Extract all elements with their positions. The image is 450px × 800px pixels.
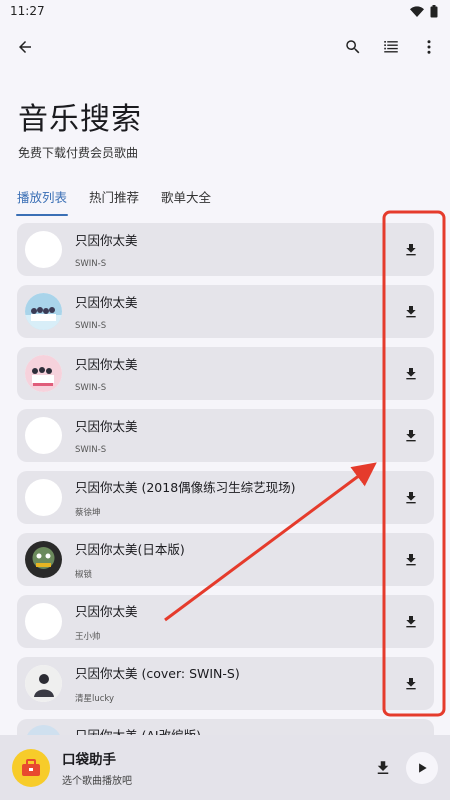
cover-art-image	[25, 665, 62, 702]
song-artist: 王小帅	[75, 632, 101, 642]
download-icon	[406, 367, 416, 379]
download-button[interactable]	[400, 487, 422, 509]
song-row[interactable]: 只因你太美 SWIN-S	[17, 223, 434, 276]
song-artist: SWIN-S	[75, 445, 107, 455]
song-row[interactable]: 只因你太美 SWIN-S	[17, 285, 434, 338]
back-arrow-icon	[19, 41, 31, 53]
download-icon	[406, 305, 416, 317]
queue-list-button[interactable]	[378, 34, 404, 60]
song-row[interactable]: 只因你太美 王小帅	[17, 595, 434, 648]
song-row[interactable]: 只因你太美 SWIN-S	[17, 409, 434, 462]
battery-icon	[430, 4, 438, 17]
song-cover	[25, 479, 62, 516]
cover-art-image	[25, 293, 62, 330]
more-vert-icon	[427, 40, 431, 54]
page-header: 音乐搜索 免费下载付费会员歌曲	[0, 94, 450, 161]
tab-playlist[interactable]: 播放列表	[15, 187, 69, 216]
download-button[interactable]	[400, 239, 422, 261]
song-artist: SWIN-S	[75, 259, 107, 269]
play-icon	[419, 762, 427, 773]
song-cover	[25, 293, 62, 330]
play-button[interactable]	[406, 751, 438, 784]
back-button[interactable]	[12, 34, 38, 60]
download-icon	[377, 760, 389, 774]
song-row[interactable]: 只因你太美 (2018偶像练习生综艺现场) 蔡徐坤	[17, 471, 434, 524]
cover-art-image	[25, 541, 62, 578]
tab-playlist-collection[interactable]: 歌单大全	[161, 187, 211, 216]
cover-art-image	[25, 355, 62, 392]
song-cover	[25, 355, 62, 392]
song-cover	[25, 603, 62, 640]
top-app-bar	[0, 22, 450, 72]
song-title: 只因你太美(日本版)	[75, 542, 185, 557]
song-title: 只因你太美	[75, 604, 138, 619]
song-artist: SWIN-S	[75, 383, 107, 393]
player-app-name: 口袋助手	[62, 752, 116, 768]
download-button[interactable]	[400, 673, 422, 695]
song-cover	[25, 417, 62, 454]
song-title: 只因你太美 (2018偶像练习生综艺现场)	[75, 480, 296, 495]
song-artist: 蔡徐坤	[75, 508, 101, 518]
song-title: 只因你太美	[75, 233, 138, 248]
download-icon	[406, 491, 416, 503]
download-button[interactable]	[400, 301, 422, 323]
app-logo	[12, 748, 50, 787]
tab-hot-recommend[interactable]: 热门推荐	[89, 187, 139, 216]
song-row[interactable]: 只因你太美 (cover: SWIN-S) 清星lucky	[17, 657, 434, 710]
more-options-button[interactable]	[416, 34, 442, 60]
toolbox-icon	[22, 758, 40, 776]
song-cover	[25, 231, 62, 268]
song-row[interactable]: 只因你太美 SWIN-S	[17, 347, 434, 400]
download-button[interactable]	[400, 611, 422, 633]
wifi-icon	[410, 5, 424, 17]
song-cover	[25, 541, 62, 578]
status-bar: 11:27	[0, 0, 450, 22]
download-icon	[406, 677, 416, 689]
queue-list-icon	[384, 41, 398, 53]
song-title: 只因你太美	[75, 295, 138, 310]
song-cover	[25, 665, 62, 702]
page-title: 音乐搜索	[18, 102, 142, 137]
download-button[interactable]	[400, 425, 422, 447]
download-icon	[406, 553, 416, 565]
song-title: 只因你太美	[75, 419, 138, 434]
download-icon	[406, 615, 416, 627]
search-button[interactable]	[340, 34, 366, 60]
song-artist: SWIN-S	[75, 321, 107, 331]
page-subtitle: 免费下载付费会员歌曲	[18, 146, 139, 160]
song-row[interactable]: 只因你太美(日本版) 椒锁	[17, 533, 434, 586]
song-list: 只因你太美 SWIN-S 只因你太美 SWIN-S 只因你太美 SWIN-S 只…	[17, 223, 434, 758]
mini-player[interactable]: 口袋助手 选个歌曲播放吧	[0, 735, 450, 800]
download-button[interactable]	[400, 363, 422, 385]
song-title: 只因你太美	[75, 357, 138, 372]
song-title: 只因你太美 (cover: SWIN-S)	[75, 666, 240, 681]
tab-bar: 播放列表 热门推荐 歌单大全	[0, 187, 450, 216]
player-download-button[interactable]	[372, 757, 394, 779]
download-icon	[406, 243, 416, 255]
download-icon	[406, 429, 416, 441]
search-icon	[346, 40, 360, 54]
song-artist: 清星lucky	[75, 694, 115, 704]
player-subtitle: 选个歌曲播放吧	[62, 776, 132, 787]
status-time: 11:27	[10, 4, 45, 18]
song-artist: 椒锁	[75, 570, 93, 580]
download-button[interactable]	[400, 549, 422, 571]
